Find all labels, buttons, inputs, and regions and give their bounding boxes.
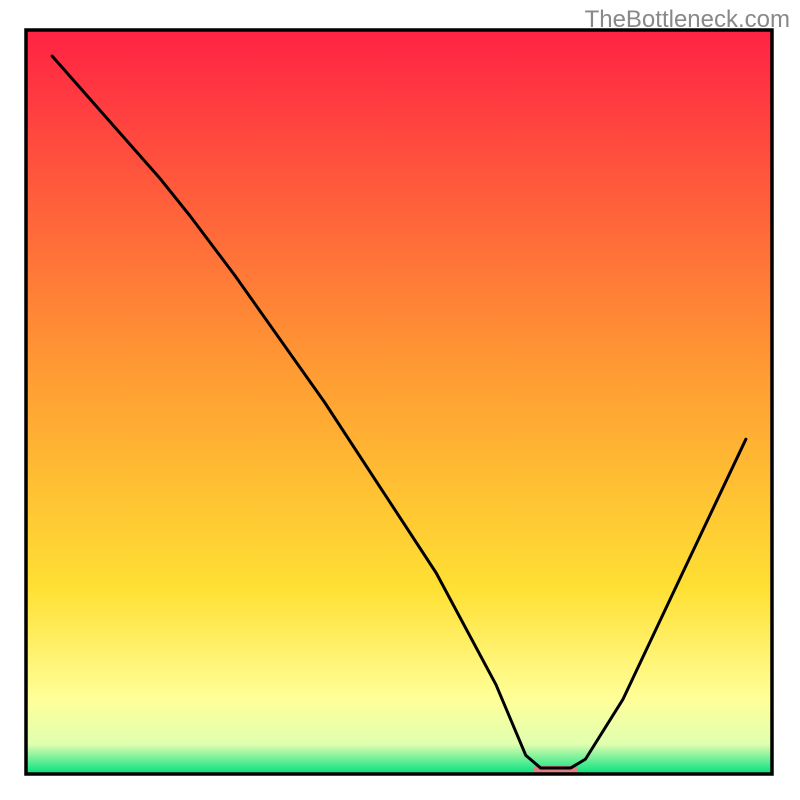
bottleneck-chart: TheBottleneck.com	[0, 0, 800, 800]
chart-svg	[0, 0, 800, 800]
gradient-background	[26, 30, 772, 774]
watermark-text: TheBottleneck.com	[585, 6, 790, 34]
